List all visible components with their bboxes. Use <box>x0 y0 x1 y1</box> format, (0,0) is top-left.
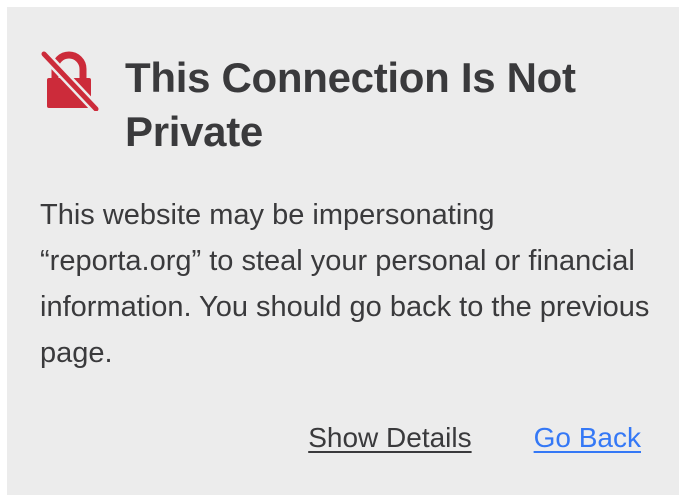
show-details-link[interactable]: Show Details <box>308 422 471 454</box>
privacy-warning-panel: This Connection Is Not Private This webs… <box>7 7 679 495</box>
broken-lock-icon <box>39 51 99 111</box>
warning-message: This website may be impersonating “repor… <box>40 199 650 369</box>
warning-actions: Show Details Go Back <box>308 422 641 454</box>
go-back-link[interactable]: Go Back <box>534 422 641 454</box>
page-title: This Connection Is Not Private <box>125 54 576 155</box>
